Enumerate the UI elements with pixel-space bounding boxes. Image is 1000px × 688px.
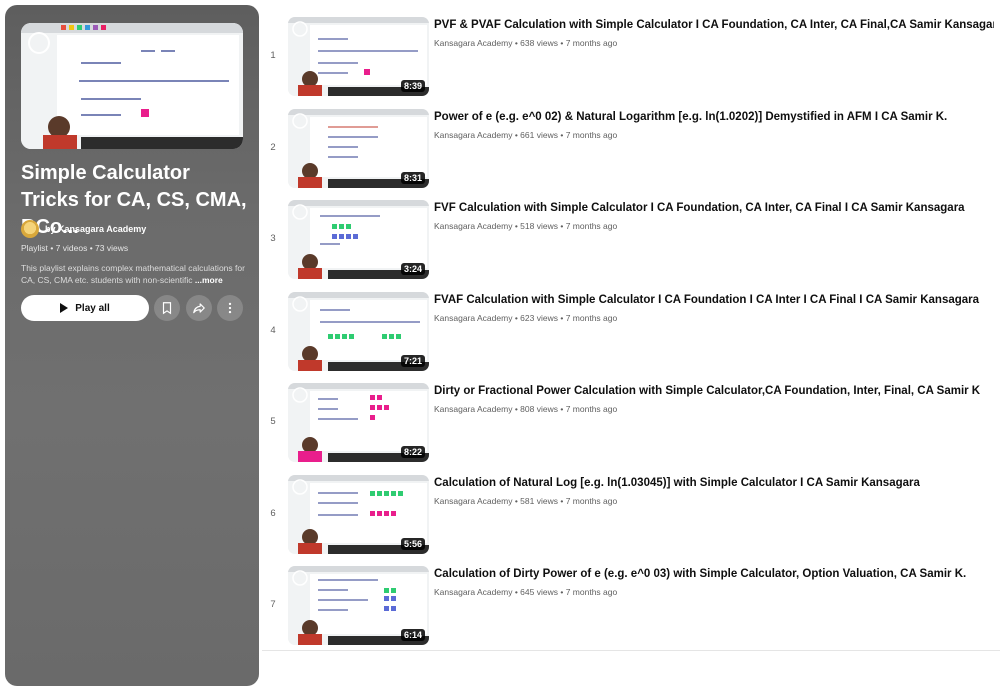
video-duration: 6:14: [400, 629, 425, 641]
share-button[interactable]: [186, 295, 212, 321]
channel-avatar[interactable]: [21, 220, 39, 238]
playlist-meta: Playlist • 7 videos • 73 views: [21, 243, 129, 253]
video-age: 7 months ago: [565, 38, 618, 48]
playlist-video-row[interactable]: 1 8:39 PVF & PVAF Calculation with Simpl…: [262, 10, 1000, 102]
playlist-video-row[interactable]: 6 5:56 Calculation of Natural Log [e.g. …: [262, 468, 1000, 560]
video-index: 7: [270, 599, 276, 610]
video-age: 7 months ago: [565, 312, 618, 323]
video-thumbnail[interactable]: 8:31: [288, 108, 429, 188]
video-thumbnail[interactable]: 8:39: [288, 17, 429, 96]
video-age: 7 months ago: [565, 495, 618, 506]
more-actions-button[interactable]: [217, 295, 243, 321]
video-views: 581 views: [520, 495, 558, 506]
playlist-type: Playlist: [21, 243, 48, 253]
share-icon: [193, 303, 205, 314]
playlist-video-row[interactable]: 7 6:14 Calculation of Dirty Power of e (…: [262, 559, 1000, 651]
playlist-video-count: 7 videos: [55, 243, 88, 253]
video-age: 7 months ago: [565, 129, 618, 140]
playlist-description: This playlist explains complex mathemati…: [21, 263, 247, 286]
save-playlist-button[interactable]: [154, 295, 180, 321]
video-channel[interactable]: Kansagara Academy: [434, 496, 512, 506]
video-views: 661 views: [520, 129, 558, 140]
video-title[interactable]: Dirty or Fractional Power Calculation wi…: [434, 384, 994, 399]
video-index: 2: [270, 141, 276, 153]
cover-whiteboard-image: [21, 23, 243, 149]
play-all-label: Play all: [75, 302, 110, 314]
video-meta: Kansagara Academy • 638 views • 7 months…: [434, 38, 618, 48]
playlist-header-panel: Simple Calculator Tricks for CA, CS, CMA…: [5, 5, 259, 686]
video-title[interactable]: Calculation of Natural Log [e.g. ln(1.03…: [434, 476, 994, 491]
playlist-owner[interactable]: by Kansagara Academy: [21, 220, 146, 238]
video-age: 7 months ago: [565, 587, 618, 597]
video-title[interactable]: FVAF Calculation with Simple Calculator …: [434, 293, 994, 308]
list-end-divider: [262, 650, 1000, 651]
video-index: 4: [270, 324, 276, 336]
video-index: 5: [270, 416, 276, 427]
video-thumbnail[interactable]: 3:24: [288, 200, 429, 279]
play-all-button[interactable]: Play all: [21, 295, 149, 321]
video-duration: 8:39: [400, 80, 425, 92]
video-meta: Kansagara Academy • 623 views • 7 months…: [434, 312, 618, 323]
video-index: 3: [270, 233, 276, 244]
video-duration: 7:21: [400, 354, 425, 367]
playlist-video-row[interactable]: 5 8:22 Dirty or Fractional Power Calcula…: [262, 376, 1000, 468]
video-title[interactable]: Calculation of Dirty Power of e (e.g. e^…: [434, 567, 994, 582]
video-views: 808 views: [520, 404, 558, 414]
video-thumbnail[interactable]: 7:21: [288, 291, 429, 371]
owner-name[interactable]: by Kansagara Academy: [45, 224, 146, 234]
video-thumbnail[interactable]: 6:14: [288, 566, 429, 645]
playlist-video-row[interactable]: 2 8:31 Power of e (e.g. e^0 02) & Natura…: [262, 102, 1000, 194]
video-channel[interactable]: Kansagara Academy: [434, 587, 512, 597]
video-index: 6: [270, 507, 276, 519]
video-views: 638 views: [520, 38, 558, 48]
video-title[interactable]: Power of e (e.g. e^0 02) & Natural Logar…: [434, 110, 994, 125]
video-duration: 8:31: [400, 171, 425, 184]
play-icon: [60, 303, 69, 313]
more-vert-icon: [228, 302, 232, 314]
playlist-cover-thumbnail[interactable]: [21, 23, 243, 149]
video-title[interactable]: FVF Calculation with Simple Calculator I…: [434, 201, 994, 216]
video-duration: 3:24: [400, 263, 425, 275]
video-index: 1: [270, 50, 276, 61]
video-channel[interactable]: Kansagara Academy: [434, 404, 512, 414]
playlist-views: 73 views: [95, 243, 129, 253]
video-duration: 5:56: [400, 537, 425, 550]
video-channel[interactable]: Kansagara Academy: [434, 130, 512, 140]
video-duration: 8:22: [400, 446, 425, 458]
video-meta: Kansagara Academy • 581 views • 7 months…: [434, 495, 618, 506]
playlist-video-list: 1 8:39 PVF & PVAF Calculation with Simpl…: [262, 10, 1000, 651]
video-meta: Kansagara Academy • 645 views • 7 months…: [434, 587, 618, 597]
video-age: 7 months ago: [565, 221, 618, 231]
video-channel[interactable]: Kansagara Academy: [434, 38, 512, 48]
playlist-video-row[interactable]: 3 3:24 FVF Calculation with Simple Calcu…: [262, 193, 1000, 285]
video-views: 645 views: [520, 587, 558, 597]
video-views: 518 views: [520, 221, 558, 231]
playlist-video-row[interactable]: 4 7:21 FVAF Calculation with Simple Calc…: [262, 285, 1000, 377]
video-channel[interactable]: Kansagara Academy: [434, 221, 512, 231]
bookmark-icon: [162, 302, 172, 315]
description-more-link[interactable]: ...more: [195, 275, 223, 285]
video-title[interactable]: PVF & PVAF Calculation with Simple Calcu…: [434, 18, 994, 33]
video-thumbnail[interactable]: 5:56: [288, 474, 429, 554]
video-channel[interactable]: Kansagara Academy: [434, 313, 512, 323]
video-thumbnail[interactable]: 8:22: [288, 383, 429, 462]
video-meta: Kansagara Academy • 518 views • 7 months…: [434, 221, 618, 231]
video-meta: Kansagara Academy • 661 views • 7 months…: [434, 129, 618, 140]
video-meta: Kansagara Academy • 808 views • 7 months…: [434, 404, 618, 414]
video-age: 7 months ago: [565, 404, 618, 414]
video-views: 623 views: [520, 312, 558, 323]
